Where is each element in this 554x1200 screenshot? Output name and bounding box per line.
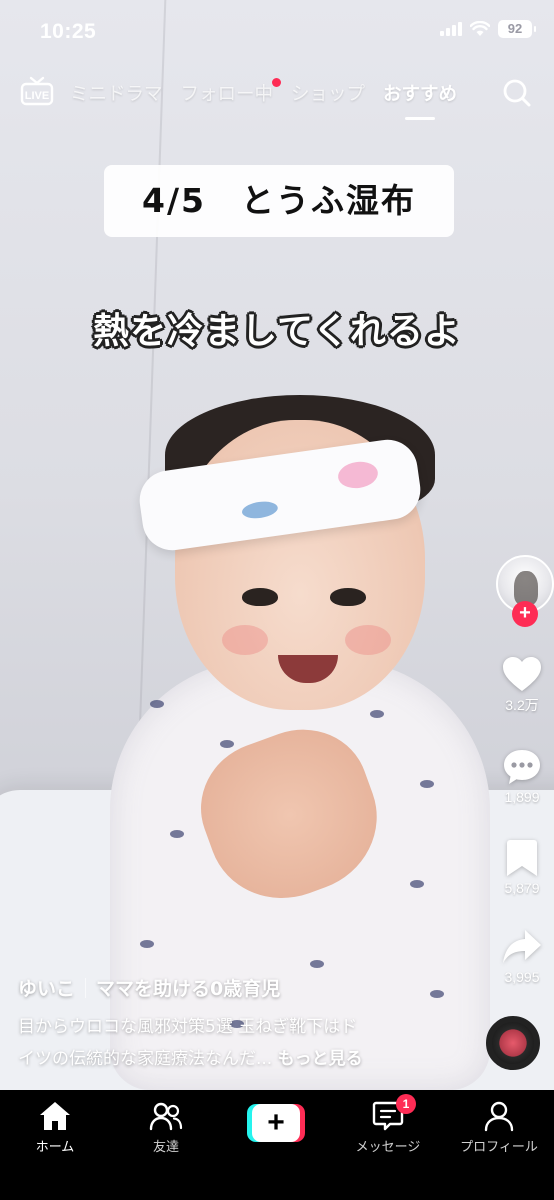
heart-icon [503,657,541,691]
video-info: ゆいこ ママを助ける0歳育児 目からウロコな風邪対策5選 玉ねぎ靴下はド イツの… [18,974,468,1075]
create-button[interactable]: + [247,1104,305,1142]
signal-icon [440,22,462,36]
live-label: LIVE [25,90,49,102]
share-count: 3,995 [504,969,540,985]
description-line-1: 目からウロコな風邪対策5選 玉ねぎ靴下はド [18,1017,358,1037]
wifi-icon [470,21,490,36]
share-icon [503,930,541,963]
bottom-nav: ホーム 友達 + 1 メッセージ プロフィール [0,1090,554,1200]
live-icon[interactable]: LIVE [20,76,54,106]
tab-following-label: フォロー中 [180,84,274,105]
friends-icon [149,1102,183,1131]
video-caption-title: 4/5 とうふ湿布 [104,165,454,237]
status-icons: 92 [440,20,536,38]
description-line-2-text: イツの伝統的な家庭療法なんだ... [18,1049,273,1069]
home-icon [40,1102,70,1130]
comment-button[interactable]: 1,899 [484,747,554,805]
share-button[interactable]: 3,995 [484,927,554,985]
like-count: 3.2万 [505,697,539,713]
right-eye [330,588,366,606]
profile-icon [484,1101,514,1132]
save-count: 5,879 [504,880,540,896]
bookmark-icon [507,840,537,876]
tab-for-you[interactable]: おすすめ [383,80,457,120]
right-cheek [345,625,391,655]
inbox-badge: 1 [396,1094,416,1114]
video-description[interactable]: 目からウロコな風邪対策5選 玉ねぎ靴下はド イツの伝統的な家庭療法なんだ... … [18,1011,468,1075]
author-name[interactable]: ゆいこ [18,974,75,1001]
search-icon[interactable] [502,78,532,108]
comment-count: 1,899 [504,789,540,805]
follow-button[interactable]: + [512,601,538,627]
author-tagline[interactable]: ママを助ける0歳育児 [96,974,280,1001]
author-separator [85,977,87,998]
tab-mini-drama[interactable]: ミニドラマ [70,80,163,106]
description-line-2: イツの伝統的な家庭療法なんだ... もっと見る [18,1043,468,1075]
nav-profile-label: プロフィール [460,1140,538,1155]
video-caption-subtitle: 熱を冷ましてくれるよ [93,311,461,352]
creator-avatar-button[interactable]: + [496,555,554,627]
see-more-link[interactable]: もっと見る [278,1049,363,1069]
save-button[interactable]: 5,879 [484,838,554,896]
author-row: ゆいこ ママを助ける0歳育児 [18,974,468,1001]
music-disc-icon[interactable] [486,1016,540,1070]
tab-shop[interactable]: ショップ [291,80,365,106]
nav-home-label: ホーム [35,1140,75,1155]
video-player[interactable] [0,0,554,1090]
nav-inbox[interactable]: 1 メッセージ [333,1094,443,1155]
nav-inbox-label: メッセージ [355,1140,421,1155]
like-button[interactable]: 3.2万 [484,655,554,715]
status-time: 10:25 [40,20,97,43]
battery-icon: 92 [498,20,536,38]
tab-following[interactable]: フォロー中 [180,78,282,106]
plus-icon: + [252,1104,300,1142]
left-cheek [222,625,268,655]
comment-icon [504,750,540,784]
nav-profile[interactable]: プロフィール [444,1100,554,1155]
feed-tabs: ミニドラマ フォロー中 ショップ おすすめ [70,78,457,120]
nav-friends[interactable]: 友達 [111,1100,221,1155]
status-bar: 10:25 92 [0,0,554,60]
nav-home[interactable]: ホーム [0,1100,110,1155]
nav-friends-label: 友達 [152,1140,179,1155]
top-nav: LIVE ミニドラマ フォロー中 ショップ おすすめ [0,72,554,120]
notification-dot [272,78,282,87]
left-eye [242,588,278,606]
